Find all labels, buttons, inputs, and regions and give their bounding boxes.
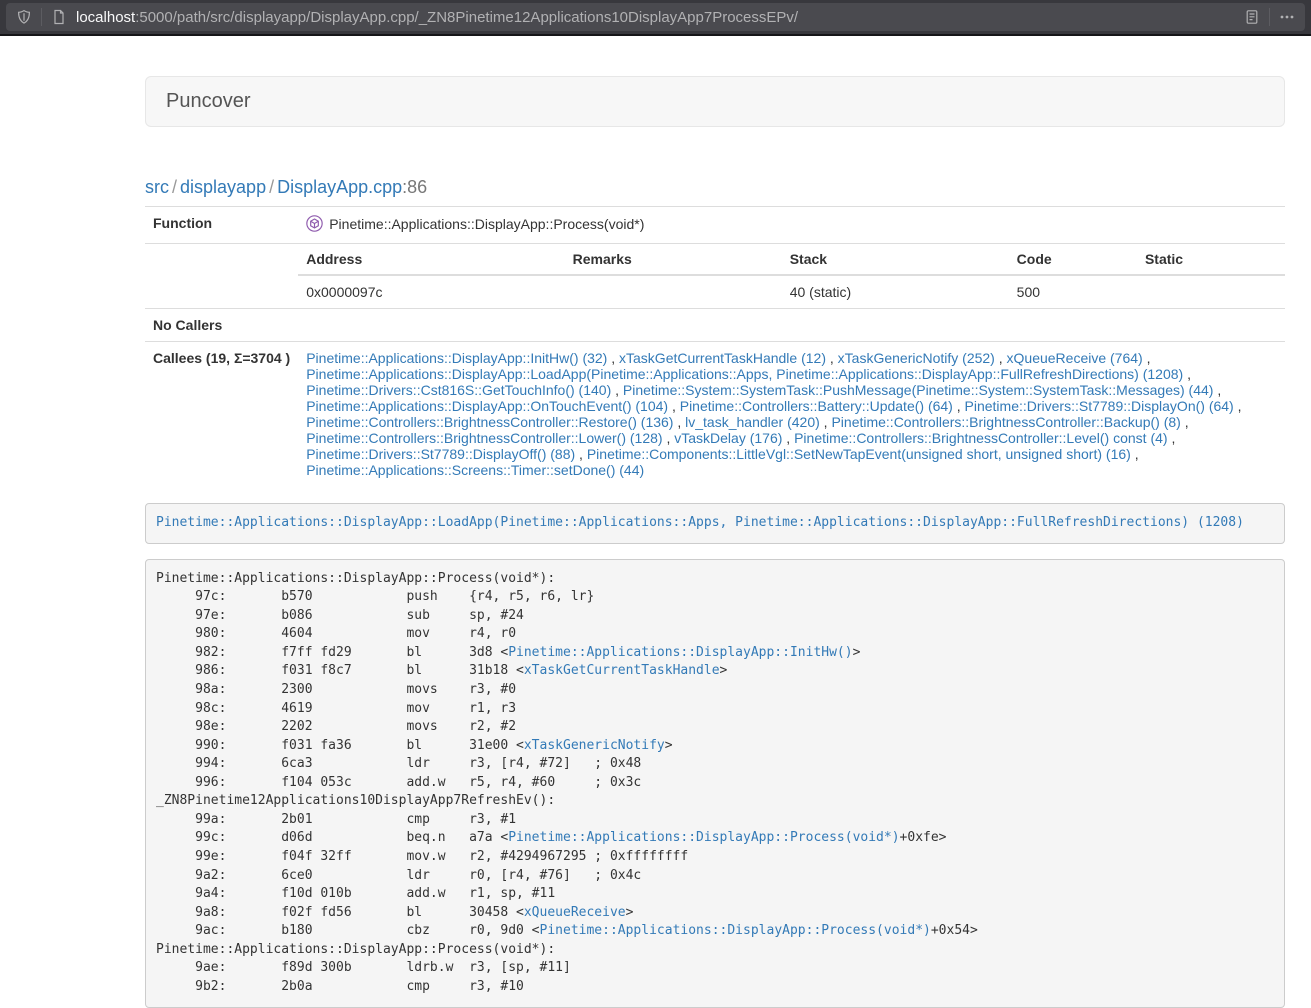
function-name-cell: Pinetime::Applications::DisplayApp::Proc… (298, 207, 1285, 244)
col-header-stack: Stack (782, 244, 1009, 275)
url-path: :5000/path/src/displayapp/DisplayApp.cpp… (135, 9, 798, 26)
no-callers-row: No Callers (145, 309, 1285, 342)
callee-link[interactable]: lv_task_handler (420) (685, 414, 820, 430)
disassembly-symbol-link[interactable]: Pinetime::Applications::DisplayApp::Proc… (508, 830, 899, 845)
callees-list: Pinetime::Applications::DisplayApp::Init… (298, 342, 1285, 487)
url-bar[interactable]: localhost:5000/path/src/displayapp/Displ… (6, 3, 1305, 31)
page-content: Puncover src/displayapp/DisplayApp.cpp:8… (0, 36, 1311, 1008)
url-text[interactable]: localhost:5000/path/src/displayapp/Displ… (76, 9, 1244, 26)
breadcrumb-item-src[interactable]: src (145, 177, 169, 197)
callee-link[interactable]: vTaskDelay (176) (674, 430, 782, 446)
callees-row: Callees (19, Σ=3704 ) Pinetime::Applicat… (145, 342, 1285, 487)
callee-separator: , (1234, 398, 1242, 414)
breadcrumb: src/displayapp/DisplayApp.cpp:86 (145, 177, 1285, 198)
callee-link[interactable]: Pinetime::Applications::DisplayApp::OnTo… (306, 398, 668, 414)
disassembly-symbol-link[interactable]: xTaskGenericNotify (524, 738, 665, 753)
callee-link[interactable]: Pinetime::Controllers::BrightnessControl… (831, 414, 1180, 430)
callee-link[interactable]: Pinetime::Controllers::BrightnessControl… (306, 414, 673, 430)
callee-link[interactable]: Pinetime::Applications::DisplayApp::Init… (306, 350, 607, 366)
callee-link[interactable]: xQueueReceive (764) (1007, 350, 1143, 366)
callee-separator: , (668, 398, 680, 414)
details-row-label (145, 244, 298, 309)
details-table: Address Remarks Stack Code Static 0x0000… (298, 244, 1285, 308)
page-title: Puncover (166, 90, 1264, 113)
highlighted-callee-link[interactable]: Pinetime::Applications::DisplayApp::Load… (156, 515, 1244, 530)
disassembly-symbol-link[interactable]: xTaskGetCurrentTaskHandle (524, 663, 720, 678)
callee-separator: , (1131, 446, 1139, 462)
callee-separator: , (607, 350, 619, 366)
breadcrumb-line-number: :86 (402, 177, 427, 197)
col-header-static: Static (1137, 244, 1285, 275)
symbol-cube-icon (306, 215, 323, 235)
breadcrumb-item-file[interactable]: DisplayApp.cpp (277, 177, 402, 197)
callee-link[interactable]: Pinetime::Controllers::Battery::Update()… (680, 398, 953, 414)
app-header-panel: Puncover (145, 76, 1285, 127)
reader-mode-icon[interactable] (1244, 9, 1260, 25)
callee-separator: , (673, 414, 685, 430)
no-callers-cell (298, 309, 1285, 342)
callee-link[interactable]: Pinetime::Applications::Screens::Timer::… (306, 462, 644, 478)
callee-link[interactable]: Pinetime::Drivers::St7789::DisplayOff() … (306, 446, 575, 462)
cell-static (1137, 275, 1285, 308)
callee-separator: , (820, 414, 832, 430)
callee-link[interactable]: Pinetime::Components::LittleVgl::SetNewT… (587, 446, 1131, 462)
cell-remarks (565, 275, 782, 308)
no-callers-label: No Callers (145, 309, 298, 342)
callee-separator: , (1183, 366, 1191, 382)
callee-separator: , (782, 430, 794, 446)
callee-link[interactable]: Pinetime::Controllers::BrightnessControl… (306, 430, 662, 446)
callee-separator: , (953, 398, 965, 414)
callee-link[interactable]: Pinetime::Controllers::BrightnessControl… (794, 430, 1167, 446)
disassembly-symbol-link[interactable]: xQueueReceive (524, 905, 626, 920)
page-info-icon[interactable] (51, 9, 67, 25)
callee-link[interactable]: Pinetime::Drivers::St7789::DisplayOn() (… (965, 398, 1234, 414)
callee-separator: , (1181, 414, 1189, 430)
url-host: localhost (76, 9, 135, 26)
breadcrumb-separator: / (266, 177, 277, 197)
cell-code: 500 (1009, 275, 1137, 308)
col-header-code: Code (1009, 244, 1137, 275)
function-table-wrap: Function Pinetime::Applications::Display… (145, 206, 1285, 486)
col-header-remarks: Remarks (565, 244, 782, 275)
disassembly-pre: Pinetime::Applications::DisplayApp::Proc… (145, 559, 1285, 1008)
callee-separator: , (1213, 382, 1221, 398)
disassembly-symbol-link[interactable]: Pinetime::Applications::DisplayApp::Proc… (540, 923, 931, 938)
callee-separator: , (995, 350, 1007, 366)
callee-separator: , (611, 382, 623, 398)
function-row: Function Pinetime::Applications::Display… (145, 207, 1285, 244)
callee-link[interactable]: Pinetime::System::SystemTask::PushMessag… (623, 382, 1214, 398)
details-cell: Address Remarks Stack Code Static 0x0000… (298, 244, 1285, 309)
col-header-address: Address (298, 244, 564, 275)
callee-link[interactable]: xTaskGenericNotify (252) (838, 350, 995, 366)
callee-link[interactable]: Pinetime::Drivers::Cst816S::GetTouchInfo… (306, 382, 611, 398)
toolbar-divider (41, 8, 42, 26)
menu-ellipsis-icon[interactable] (1279, 9, 1295, 25)
breadcrumb-separator: / (169, 177, 180, 197)
function-name: Pinetime::Applications::DisplayApp::Proc… (329, 216, 644, 232)
breadcrumb-item-displayapp[interactable]: displayapp (180, 177, 266, 197)
callee-link[interactable]: xTaskGetCurrentTaskHandle (12) (619, 350, 826, 366)
function-row-label: Function (145, 207, 298, 244)
browser-toolbar: localhost:5000/path/src/displayapp/Displ… (0, 0, 1311, 36)
callees-label: Callees (19, Σ=3704 ) (145, 342, 298, 487)
callee-separator: , (826, 350, 838, 366)
callee-separator: , (1143, 350, 1151, 366)
cell-address: 0x0000097c (298, 275, 564, 308)
disassembly-symbol-link[interactable]: Pinetime::Applications::DisplayApp::Init… (508, 645, 852, 660)
toolbar-divider (1269, 8, 1270, 26)
main-container: Puncover src/displayapp/DisplayApp.cpp:8… (145, 36, 1285, 1008)
function-table: Function Pinetime::Applications::Display… (145, 206, 1285, 486)
callee-separator: , (575, 446, 587, 462)
details-header-row: Address Remarks Stack Code Static (298, 244, 1285, 275)
details-row: Address Remarks Stack Code Static 0x0000… (145, 244, 1285, 309)
highlighted-callee-box: Pinetime::Applications::DisplayApp::Load… (145, 503, 1285, 544)
callee-link[interactable]: Pinetime::Applications::DisplayApp::Load… (306, 366, 1183, 382)
details-data-row: 0x0000097c 40 (static) 500 (298, 275, 1285, 308)
cell-stack: 40 (static) (782, 275, 1009, 308)
tracking-protection-shield-icon[interactable] (16, 9, 32, 25)
callee-separator: , (663, 430, 675, 446)
callee-separator: , (1168, 430, 1176, 446)
